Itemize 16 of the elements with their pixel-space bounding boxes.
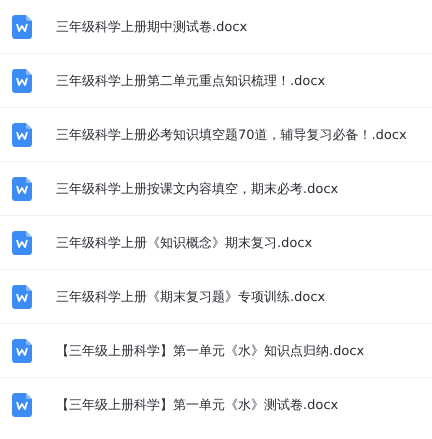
word-file-icon <box>12 176 32 200</box>
file-name[interactable]: 三年级科学上册第二单元重点知识梳理！.docx <box>56 72 326 90</box>
file-name[interactable]: 三年级科学上册《知识概念》期末复习.docx <box>56 234 312 252</box>
file-name[interactable]: 三年级科学上册《期末复习题》专项训练.docx <box>56 288 326 306</box>
word-file-icon <box>12 122 32 146</box>
word-file-icon <box>12 68 32 92</box>
file-name[interactable]: 【三年级上册科学】第一单元《水》知识点归纳.docx <box>56 342 364 360</box>
file-name[interactable]: 三年级科学上册必考知识填空题70道，辅导复习必备！.docx <box>56 126 407 144</box>
file-name[interactable]: 【三年级上册科学】第一单元《水》测试卷.docx <box>56 396 338 414</box>
word-file-icon <box>12 338 32 362</box>
file-name[interactable]: 三年级科学上册期中测试卷.docx <box>56 18 248 36</box>
word-file-icon <box>12 393 32 417</box>
file-name[interactable]: 三年级科学上册按课文内容填空，期末必考.docx <box>56 180 338 198</box>
word-file-icon <box>12 230 32 254</box>
word-file-icon <box>12 284 32 308</box>
word-file-icon <box>12 14 32 38</box>
